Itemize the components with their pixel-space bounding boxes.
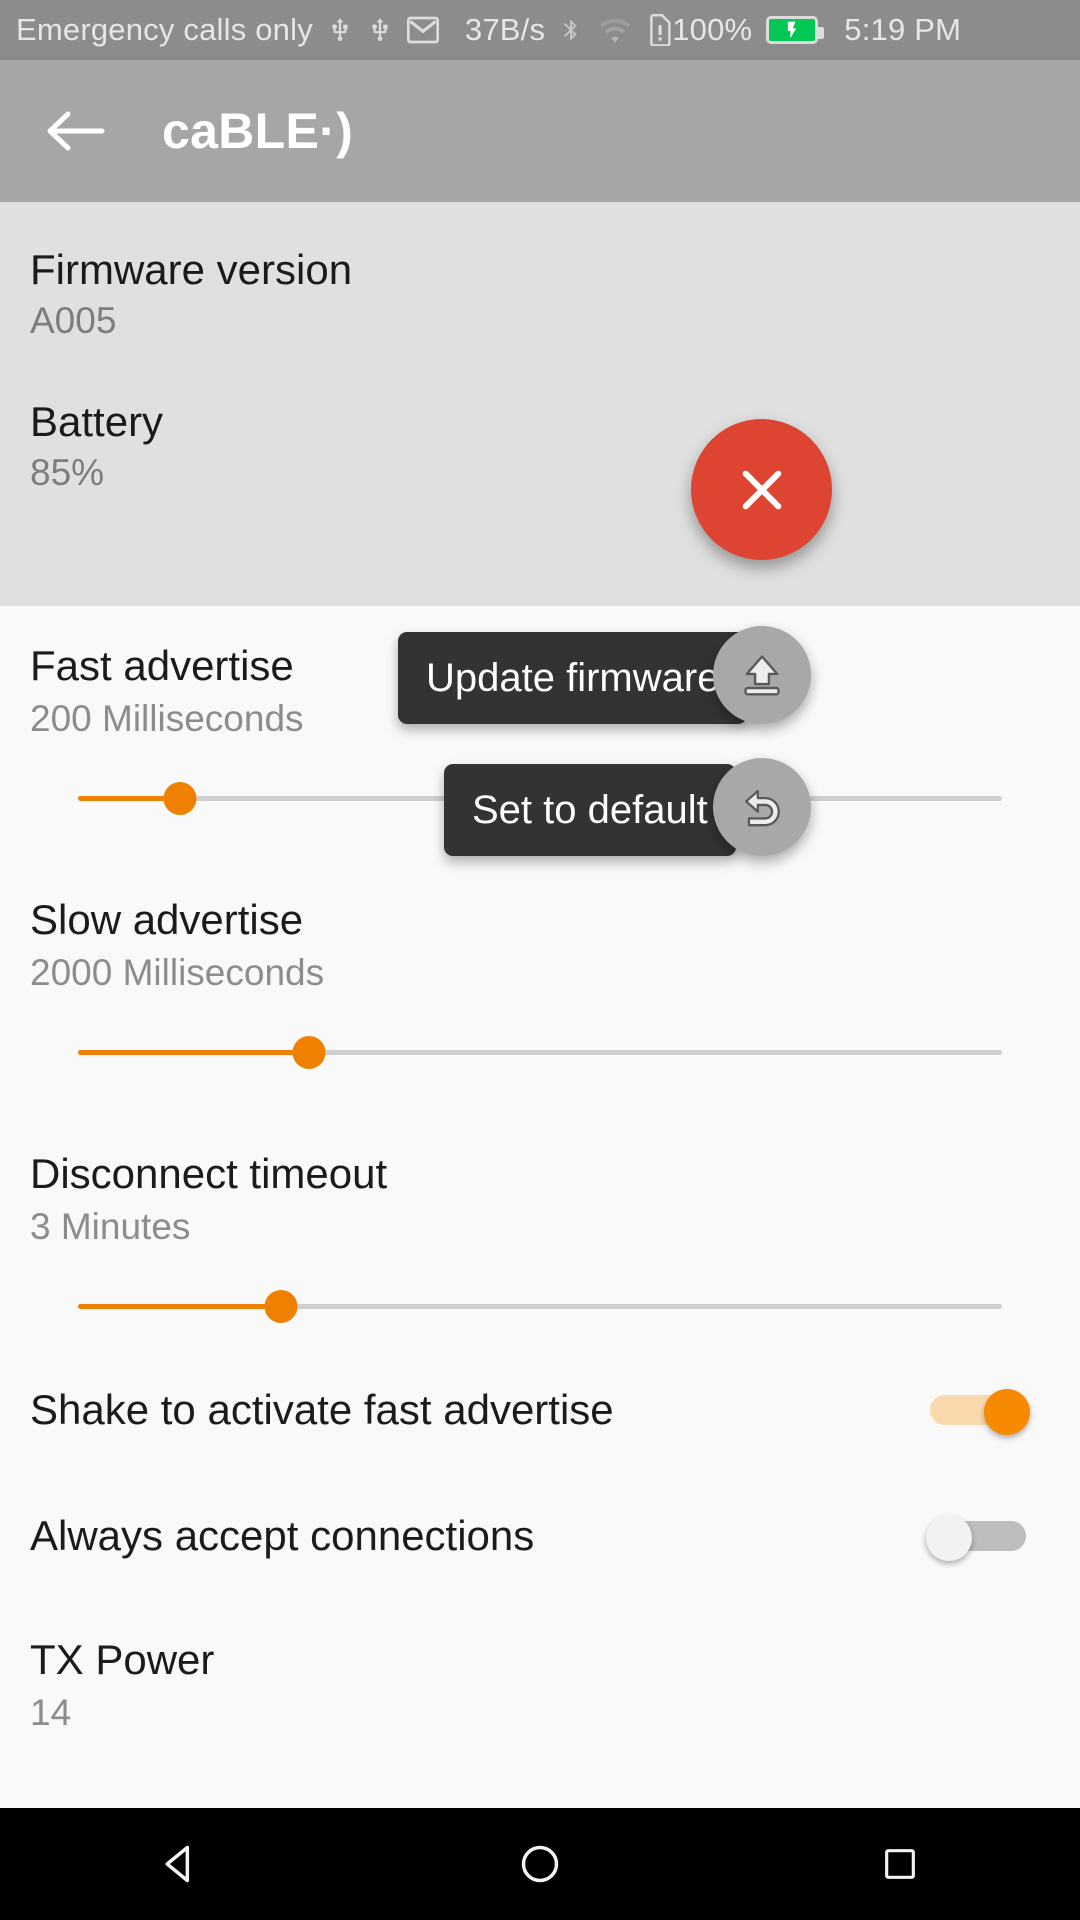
nav-back-triangle-icon[interactable] (90, 1842, 270, 1886)
clock-label: 5:19 PM (844, 12, 962, 47)
slider-fill (78, 1050, 309, 1055)
update-firmware-tooltip: Update firmware (398, 632, 748, 724)
toggle-knob (984, 1389, 1030, 1435)
disconnect-timeout-label: Disconnect timeout (30, 1150, 388, 1197)
usb-icon (367, 13, 393, 47)
battery-row: Battery 85% (0, 342, 1080, 494)
slider-fill (78, 1304, 282, 1309)
network-speed-label: 37B/s (464, 12, 546, 47)
disconnect-timeout-slider[interactable] (78, 1290, 1002, 1323)
status-bar: Emergency calls only 37B/s 100% 5:19 PM (0, 0, 1080, 60)
wifi-icon (597, 15, 633, 45)
toggle-knob (926, 1515, 972, 1561)
firmware-version-row: Firmware version A005 (0, 202, 1080, 342)
sim-card-alert-icon (647, 14, 672, 46)
bluetooth-icon (559, 13, 583, 47)
slow-advertise-value: 2000 Milliseconds (30, 952, 325, 993)
battery-label: Battery (30, 398, 164, 445)
device-info-section: Firmware version A005 Battery 85% (0, 202, 1080, 606)
page-title: caBLE·) (162, 103, 354, 159)
carrier-label: Emergency calls only (16, 12, 313, 47)
slider-thumb[interactable] (163, 782, 197, 815)
shake-to-activate-toggle[interactable] (930, 1389, 1030, 1435)
slider-thumb[interactable] (264, 1290, 298, 1323)
set-to-default-fab-button[interactable] (713, 758, 811, 856)
always-accept-connections-toggle[interactable] (926, 1515, 1026, 1561)
set-to-default-tooltip: Set to default (444, 764, 736, 856)
phone-screen: Emergency calls only 37B/s 100% 5:19 PM … (0, 0, 1080, 1920)
tx-power-value: 14 (30, 1692, 72, 1733)
firmware-version-value: A005 (30, 300, 117, 341)
arrow-back-icon[interactable] (20, 108, 130, 154)
disconnect-timeout-value: 3 Minutes (30, 1206, 191, 1247)
nav-recents-square-icon[interactable] (810, 1844, 990, 1884)
app-bar: caBLE·) (0, 60, 1080, 202)
tx-power-label: TX Power (30, 1636, 215, 1683)
close-fab-button[interactable] (691, 419, 832, 560)
slow-advertise-slider[interactable] (78, 1036, 1002, 1069)
system-nav-bar (0, 1808, 1080, 1920)
battery-charging-icon (766, 16, 825, 44)
slow-advertise-label: Slow advertise (30, 896, 304, 943)
setting-always-accept-connections[interactable]: Always accept connections (0, 1512, 1080, 1561)
firmware-version-label: Firmware version (30, 246, 353, 293)
slider-thumb[interactable] (292, 1036, 326, 1069)
setting-shake-to-activate[interactable]: Shake to activate fast advertise (0, 1386, 1080, 1435)
battery-percent-label: 100% (672, 12, 753, 47)
usb-icon (327, 13, 353, 47)
setting-disconnect-timeout: Disconnect timeout 3 Minutes (0, 1060, 1080, 1248)
setting-tx-power: TX Power 14 (0, 1560, 1080, 1734)
battery-value: 85% (30, 452, 105, 493)
update-firmware-fab-button[interactable] (713, 626, 811, 724)
shake-to-activate-label: Shake to activate fast advertise (30, 1386, 614, 1433)
gmail-icon (406, 16, 439, 44)
always-accept-connections-label: Always accept connections (30, 1512, 535, 1559)
nav-home-circle-icon[interactable] (450, 1842, 630, 1886)
